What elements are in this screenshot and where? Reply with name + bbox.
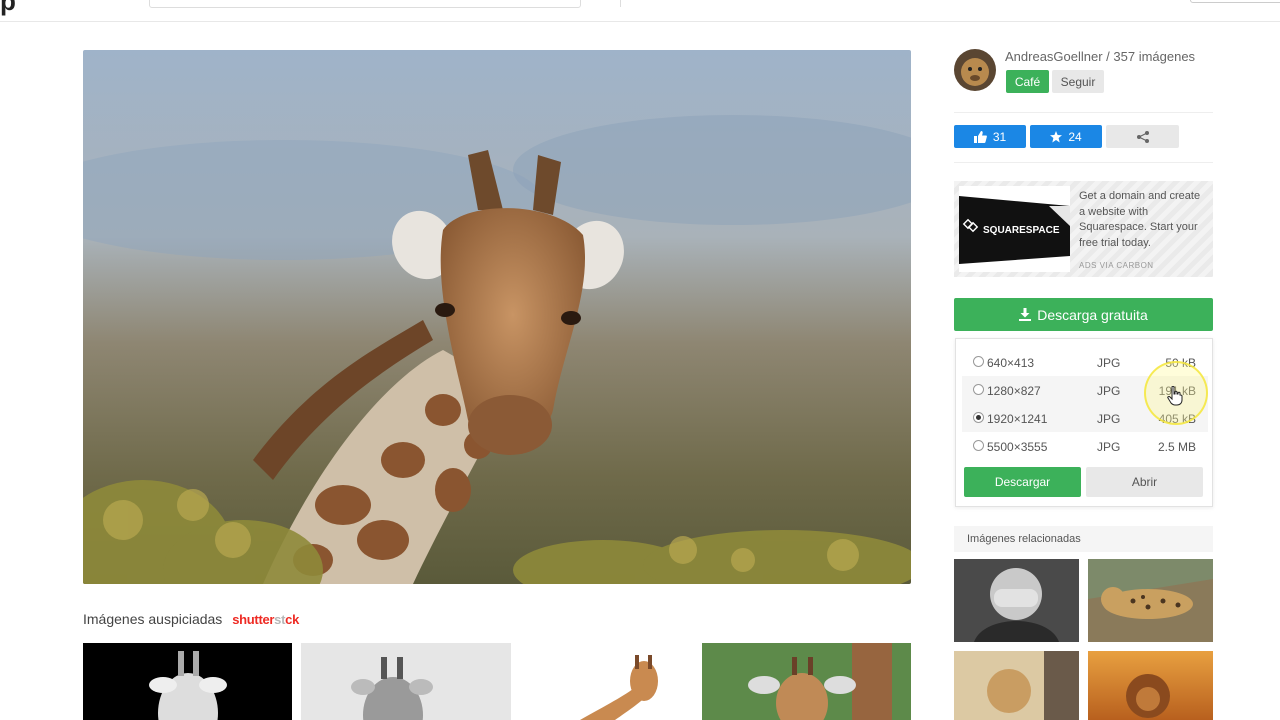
- like-button[interactable]: 31: [954, 125, 1026, 148]
- giraffe-photo: [83, 50, 911, 584]
- option-dimensions: 640×413: [987, 356, 1035, 370]
- download-option-5500[interactable]: 5500×3555 JPG 2.5 MB: [962, 432, 1208, 460]
- option-dimensions: 5500×3555: [987, 440, 1048, 454]
- sponsored-thumb-3[interactable]: [520, 643, 700, 720]
- site-logo[interactable]: p: [0, 0, 16, 17]
- option-format: JPG: [1097, 356, 1121, 370]
- shutterstock-logo-part-c: ck: [285, 612, 300, 627]
- top-bar: p: [0, 0, 1280, 22]
- sponsored-thumb-1[interactable]: [83, 643, 292, 720]
- option-dimensions: 1280×827: [987, 384, 1041, 398]
- related-image-4[interactable]: [1088, 651, 1213, 720]
- size-radio[interactable]: [973, 440, 984, 451]
- shutterstock-logo-part-a: shutter: [232, 612, 275, 627]
- open-button[interactable]: Abrir: [1086, 467, 1203, 497]
- star-icon: [1050, 130, 1063, 142]
- download-icon: [1019, 308, 1032, 321]
- search-divider: [620, 0, 621, 7]
- share-button[interactable]: [1106, 125, 1179, 148]
- related-image-1[interactable]: [954, 559, 1079, 642]
- thumbs-up-icon: [973, 130, 987, 143]
- author-name-count[interactable]: AndreasGoellner / 357 imágenes: [1005, 49, 1195, 64]
- ad-via-label[interactable]: ADS VIA CARBON: [1079, 261, 1154, 270]
- related-image-3[interactable]: [954, 651, 1079, 720]
- option-format: JPG: [1097, 412, 1121, 426]
- related-images-heading: Imágenes relacionadas: [954, 526, 1213, 552]
- ad-brand-text: SQUARESPACE: [983, 225, 1060, 236]
- main-photo[interactable]: [83, 50, 911, 584]
- hand-cursor-icon: [1167, 386, 1183, 406]
- shutterstock-logo-part-b: st: [274, 612, 286, 627]
- search-input[interactable]: [149, 0, 621, 8]
- free-download-button[interactable]: Descarga gratuita: [954, 298, 1213, 331]
- sponsored-label: Imágenes auspiciadas: [83, 611, 223, 627]
- author-panel: AndreasGoellner / 357 imágenes Café Segu…: [954, 49, 1213, 113]
- ad-text[interactable]: Get a domain and create a website with S…: [1079, 189, 1209, 251]
- share-icon: [1136, 130, 1149, 143]
- download-button[interactable]: Descargar: [964, 467, 1081, 497]
- size-radio[interactable]: [973, 356, 984, 367]
- option-dimensions: 1920×1241: [987, 412, 1048, 426]
- coffee-button[interactable]: Café: [1006, 70, 1049, 93]
- sponsored-thumb-4[interactable]: [702, 643, 911, 720]
- ad-image[interactable]: SQUARESPACE: [959, 186, 1070, 272]
- option-format: JPG: [1097, 384, 1121, 398]
- social-actions: 31 24: [954, 125, 1213, 163]
- favorite-button[interactable]: 24: [1030, 125, 1102, 148]
- option-filesize: 2.5 MB: [1157, 440, 1196, 454]
- follow-button[interactable]: Seguir: [1052, 70, 1104, 93]
- shutterstock-logo[interactable]: shutterstck: [232, 612, 299, 627]
- option-format: JPG: [1097, 440, 1121, 454]
- sponsored-heading: Imágenes auspiciadas shutterstck: [83, 611, 299, 627]
- sponsored-thumb-2[interactable]: [301, 643, 511, 720]
- author-avatar[interactable]: [954, 49, 996, 91]
- related-image-2[interactable]: [1088, 559, 1213, 642]
- size-radio-selected[interactable]: [973, 412, 984, 423]
- sponsored-thumbnails: [83, 643, 911, 720]
- carbon-ad[interactable]: SQUARESPACE Get a domain and create a we…: [954, 181, 1213, 277]
- free-download-label: Descarga gratuita: [1037, 306, 1148, 323]
- like-count: 31: [992, 129, 1007, 144]
- favorite-count: 24: [1068, 129, 1082, 144]
- top-right-button[interactable]: [1190, 0, 1280, 3]
- squarespace-ad-graphic: SQUARESPACE: [959, 186, 1070, 272]
- size-radio[interactable]: [973, 384, 984, 395]
